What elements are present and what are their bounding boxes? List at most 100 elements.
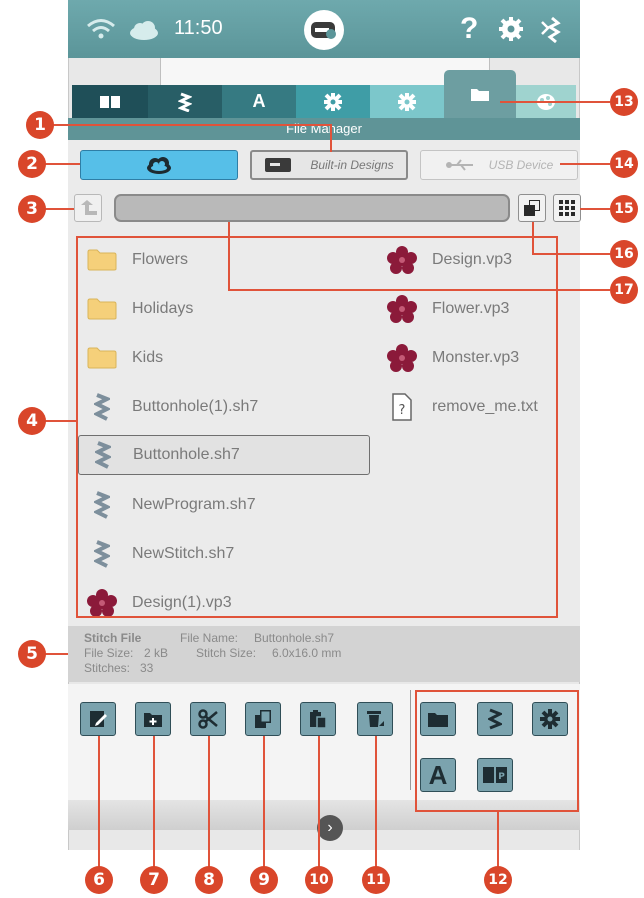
up-arrow-icon — [81, 200, 97, 215]
cloud-icon — [147, 157, 171, 174]
stitch-icon — [178, 92, 192, 112]
usb-device-label: USB Device — [488, 158, 554, 172]
callout-7: 7 — [140, 866, 168, 894]
leader-line-12 — [497, 812, 499, 868]
paste-button[interactable] — [300, 702, 336, 736]
leader-line-17b — [228, 289, 610, 291]
file-name-label: File Name: — [180, 631, 239, 645]
leader-line-11 — [375, 736, 377, 868]
help-button[interactable]: ? — [460, 12, 478, 46]
tab-settings[interactable] — [296, 85, 370, 118]
leader-line-7 — [153, 736, 155, 868]
callout-16: 16 — [610, 240, 638, 268]
cloud-button[interactable] — [80, 150, 238, 180]
tab-text[interactable]: A — [222, 85, 296, 118]
leader-line-8 — [208, 736, 210, 868]
leader-line-14 — [560, 163, 610, 165]
wifi-icon — [87, 19, 115, 39]
settings-icon[interactable] — [498, 16, 524, 42]
builtin-designs-button[interactable]: Built-in Designs — [250, 150, 408, 180]
delete-button[interactable] — [357, 702, 393, 736]
leader-line-13 — [500, 101, 610, 103]
leader-line-16b — [532, 253, 610, 255]
callout-9: 9 — [250, 866, 278, 894]
callout-13: 13 — [610, 88, 638, 116]
tab-file-manager[interactable] — [444, 70, 516, 118]
page-title: File Manager — [68, 118, 580, 140]
callout-12: 12 — [484, 866, 512, 894]
leader-line-17 — [228, 222, 230, 290]
leader-line-2 — [44, 163, 80, 165]
copy-button[interactable] — [245, 702, 281, 736]
callout-10: 10 — [305, 866, 333, 894]
copy-icon — [255, 710, 271, 728]
leader-line-10 — [318, 736, 320, 868]
leader-line-4 — [44, 420, 76, 422]
sewing-machine-icon — [265, 158, 292, 172]
bluetooth-stitch-icon[interactable] — [536, 16, 562, 44]
callout-1: 1 — [26, 111, 54, 139]
file-size-value: 2 kB — [144, 646, 169, 660]
callout-6: 6 — [85, 866, 113, 894]
status-bar: 11:50 ? — [68, 0, 580, 58]
up-folder-button[interactable] — [74, 194, 102, 222]
folder-icon — [471, 89, 489, 101]
status-time: 11:50 — [174, 17, 223, 39]
cut-icon — [198, 709, 218, 729]
leader-line-9 — [263, 736, 265, 868]
callout-11: 11 — [362, 866, 390, 894]
stitches-value: 33 — [140, 661, 154, 675]
cut-button[interactable] — [190, 702, 226, 736]
callout-4: 4 — [18, 407, 46, 435]
edit-button[interactable] — [80, 702, 116, 736]
tab-stitches[interactable] — [148, 85, 222, 118]
quick-access-highlight — [415, 690, 579, 812]
tab-machine-settings[interactable] — [370, 85, 444, 118]
leader-line-6 — [98, 736, 100, 868]
callout-3: 3 — [18, 195, 46, 223]
callout-15: 15 — [610, 195, 638, 223]
copy-view-icon — [524, 200, 540, 216]
tab-book[interactable] — [72, 85, 148, 118]
callout-8: 8 — [195, 866, 223, 894]
stitch-size-value: 6.0x16.0 mm — [272, 646, 342, 660]
file-size-label: File Size: — [84, 646, 134, 660]
leader-line-3 — [44, 208, 74, 210]
callout-14: 14 — [610, 150, 638, 178]
new-folder-button[interactable] — [135, 702, 171, 736]
cloud-icon — [130, 21, 158, 40]
chevron-right-icon: › — [327, 819, 333, 836]
design-preview-strip — [160, 58, 490, 86]
leader-line-16 — [532, 222, 534, 254]
paste-icon — [310, 710, 327, 729]
letter-a-icon: A — [252, 91, 266, 111]
book-icon — [100, 95, 120, 108]
list-view-button[interactable] — [518, 194, 546, 222]
sewing-machine-icon — [311, 22, 336, 39]
leader-line-1b — [330, 124, 332, 152]
machine-settings-icon — [398, 92, 416, 111]
file-name-value: Buttonhole.sh7 — [254, 631, 335, 645]
file-info-bar: Stitch File File Name: Buttonhole.sh7 Fi… — [68, 626, 580, 682]
machine-button[interactable] — [304, 10, 344, 50]
usb-device-button[interactable]: USB Device — [420, 150, 578, 180]
usb-icon — [445, 159, 473, 171]
grid-icon — [559, 200, 575, 216]
leader-line-5 — [44, 653, 68, 655]
builtin-designs-label: Built-in Designs — [310, 158, 394, 172]
leader-line-1 — [40, 124, 332, 126]
file-list-highlight — [76, 236, 558, 618]
edit-icon — [90, 711, 107, 727]
path-field[interactable] — [114, 194, 510, 222]
settings-icon — [324, 92, 342, 111]
grid-view-button[interactable] — [553, 194, 581, 222]
toolbar-divider — [410, 690, 411, 790]
callout-2: 2 — [18, 150, 46, 178]
callout-5: 5 — [18, 640, 46, 668]
chevron-right-button[interactable]: › — [317, 815, 343, 841]
stitch-size-label: Stitch Size: — [196, 646, 257, 660]
delete-icon — [367, 711, 384, 727]
file-type: Stitch File — [84, 631, 142, 645]
leader-line-15 — [580, 208, 610, 210]
callout-17: 17 — [610, 276, 638, 304]
